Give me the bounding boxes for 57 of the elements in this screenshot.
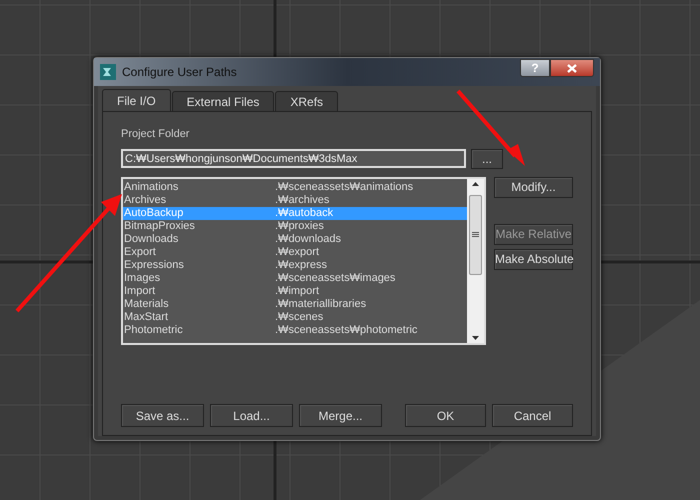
side-button[interactable]: Make Absolute xyxy=(494,248,573,270)
close-icon xyxy=(567,64,577,72)
file-button[interactable]: Save as... xyxy=(121,404,204,427)
side-button[interactable]: Modify... xyxy=(494,176,573,198)
path-name: Archives xyxy=(124,194,168,206)
path-row[interactable]: Expressions .₩express xyxy=(123,258,467,272)
path-name: Animations xyxy=(124,180,180,194)
path-row[interactable]: Export .₩export xyxy=(123,246,467,258)
dialog-button[interactable]: Cancel xyxy=(492,404,573,427)
path-value: .₩autoback xyxy=(275,206,334,220)
path-row[interactable]: BitmapProxies .₩proxies xyxy=(123,220,467,232)
path-name: BitmapProxies xyxy=(124,220,196,232)
path-row[interactable]: Import .₩import xyxy=(123,284,467,298)
path-value: .₩sceneassets₩photometric xyxy=(275,324,418,336)
browse-button[interactable]: ... xyxy=(471,148,503,168)
path-name: Downloads xyxy=(124,232,180,246)
scroll-down-icon xyxy=(472,336,479,340)
window-title: Configure User Paths xyxy=(122,64,237,81)
path-value: .₩sceneassets₩animations xyxy=(275,180,414,194)
path-value: .₩scenes xyxy=(275,310,324,324)
path-row[interactable]: Archives .₩archives xyxy=(123,194,467,206)
scroll-thumb[interactable] xyxy=(469,194,482,274)
scroll-up-icon xyxy=(472,182,479,186)
path-row[interactable]: Animations .₩sceneassets₩animations xyxy=(123,180,467,194)
path-name: Images xyxy=(124,272,162,284)
path-value: .₩express xyxy=(275,258,327,272)
dialog-button[interactable]: OK xyxy=(405,404,486,427)
path-name: AutoBackup xyxy=(124,206,184,220)
path-name: Import xyxy=(124,284,156,298)
grip-icon xyxy=(472,232,479,237)
path-value: .₩downloads xyxy=(275,232,342,246)
path-name: Photometric xyxy=(124,324,184,336)
tab[interactable]: External Files xyxy=(172,91,274,112)
path-name: MaxStart xyxy=(124,310,170,324)
path-row[interactable]: MaxStart .₩scenes xyxy=(123,310,467,324)
file-button[interactable]: Load... xyxy=(210,404,293,427)
path-row[interactable]: Photometric .₩sceneassets₩photometric xyxy=(123,324,467,336)
path-name: Export xyxy=(124,246,157,258)
app-logo-icon xyxy=(100,64,116,80)
path-value: .₩export xyxy=(275,246,320,258)
path-value: .₩proxies xyxy=(275,220,324,232)
path-row[interactable]: AutoBackup .₩autoback xyxy=(123,206,467,220)
tab[interactable]: File I/O xyxy=(102,89,171,112)
file-button[interactable]: Merge... xyxy=(299,404,382,427)
project-folder-field[interactable]: C:₩Users₩hongjunson₩Documents₩3dsMax xyxy=(121,149,466,168)
path-row[interactable]: Images .₩sceneassets₩images xyxy=(123,272,467,284)
path-value: .₩materiallibraries xyxy=(275,298,366,310)
close-button[interactable] xyxy=(550,59,594,77)
path-row[interactable]: Materials .₩materiallibraries xyxy=(123,298,467,310)
path-value: .₩archives xyxy=(275,194,330,206)
project-folder-label: Project Folder xyxy=(121,127,190,142)
path-row[interactable]: Downloads .₩downloads xyxy=(123,232,467,246)
path-value: .₩import xyxy=(275,284,319,298)
path-name: Materials xyxy=(124,298,170,310)
tab[interactable]: XRefs xyxy=(275,91,338,112)
path-value: .₩sceneassets₩images xyxy=(275,272,396,284)
path-name: Expressions xyxy=(124,258,185,272)
